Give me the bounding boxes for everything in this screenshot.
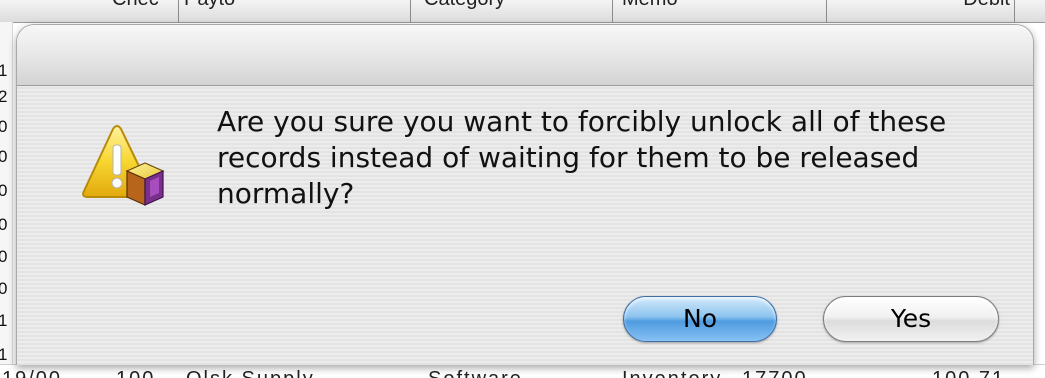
- cell-category: Software: [428, 368, 523, 378]
- row-number-column: 1 2 0 0 0 0 0 0 1 1: [0, 22, 13, 368]
- column-header-debit[interactable]: Debit: [920, 0, 1010, 22]
- yes-button[interactable]: Yes: [823, 296, 999, 342]
- table-row[interactable]: 19/00 100 Olsk Supply Software Inventory…: [0, 364, 1045, 378]
- row-number: 1: [0, 345, 8, 364]
- cell-memo: Inventory: [622, 368, 722, 378]
- column-header-category[interactable]: Category: [424, 0, 604, 22]
- column-header-memo[interactable]: Memo: [622, 0, 822, 22]
- row-number: 1: [0, 311, 8, 330]
- row-number: 0: [0, 279, 8, 298]
- column-header-check[interactable]: Chec: [112, 0, 176, 22]
- cell-check: 100: [116, 368, 155, 378]
- column-divider: [1014, 0, 1015, 22]
- table-header: Chec Payto Category Memo Debit: [0, 0, 1045, 23]
- row-number: 0: [0, 181, 8, 200]
- cell-reference: 17700: [742, 368, 808, 378]
- row-number: 0: [0, 215, 8, 234]
- screen: Chec Payto Category Memo Debit 1 2 0 0 0…: [0, 0, 1045, 378]
- column-divider: [178, 0, 179, 22]
- cell-debit: 100.71: [932, 368, 1005, 378]
- row-number: 2: [0, 87, 8, 106]
- row-number: 0: [0, 117, 8, 136]
- sheet-title-bar: [17, 25, 1033, 86]
- alert-message: Are you sure you want to forcibly unlock…: [217, 105, 947, 210]
- caution-triangle-icon: [79, 121, 175, 217]
- row-number: 0: [0, 147, 8, 166]
- alert-sheet: Are you sure you want to forcibly unlock…: [16, 24, 1034, 365]
- row-number: 0: [0, 247, 8, 266]
- column-divider: [612, 0, 613, 22]
- column-divider: [826, 0, 827, 22]
- no-button[interactable]: No: [623, 296, 777, 342]
- row-number: 1: [0, 61, 8, 80]
- column-header-payto[interactable]: Payto: [184, 0, 404, 22]
- cell-date: 19/00: [2, 368, 62, 378]
- column-divider: [410, 0, 411, 22]
- cell-payto: Olsk Supply: [186, 368, 315, 378]
